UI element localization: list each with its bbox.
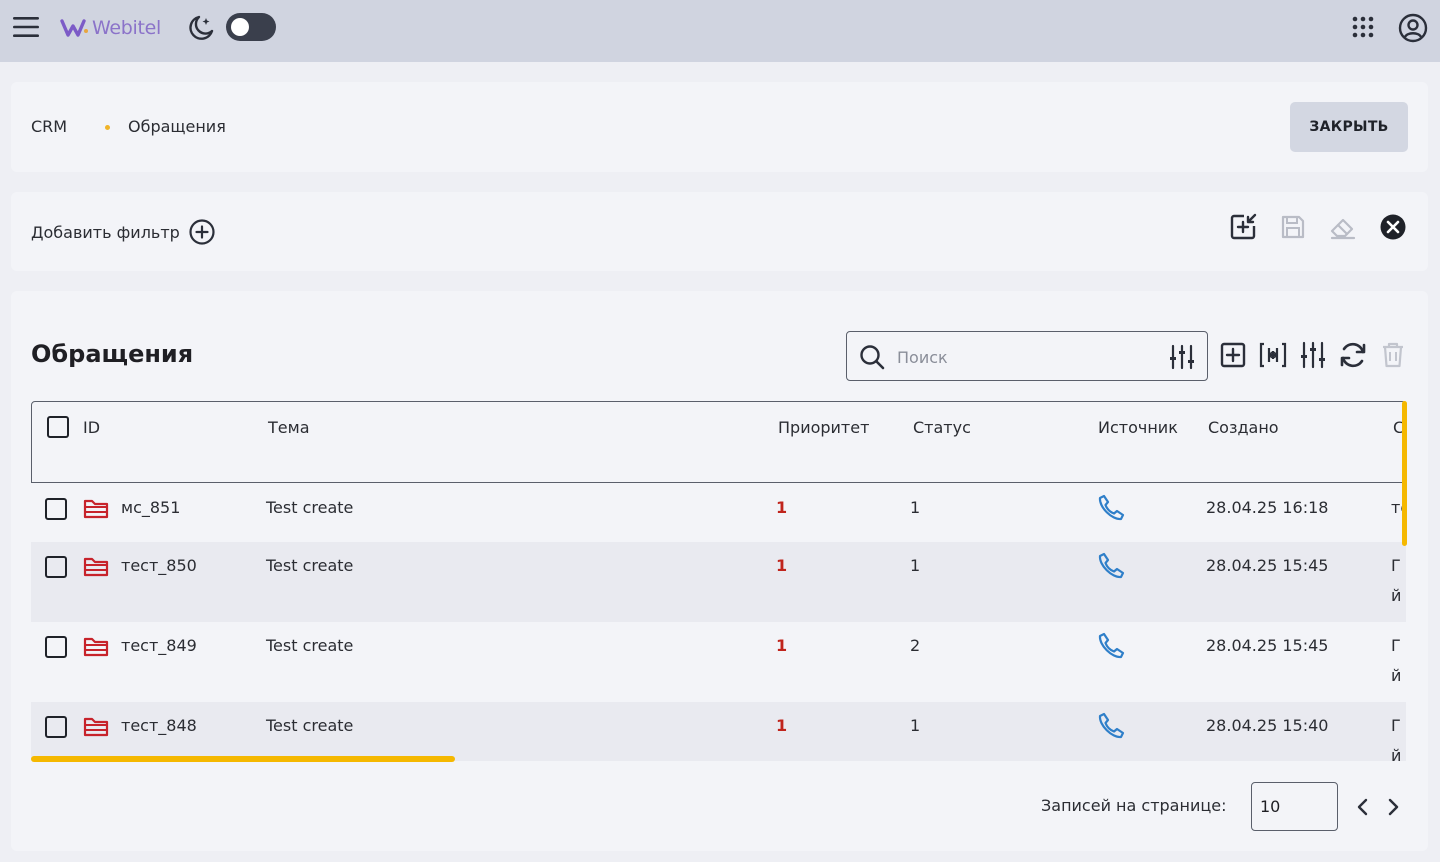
webitel-logo-icon [60,19,88,37]
logo-text: Webitel [92,17,162,39]
table-row[interactable]: тест_848 Test create 1 1 28.04.25 15:40 … [31,702,1406,761]
clear-filters-icon[interactable] [1378,212,1408,242]
delete-icon[interactable] [1377,339,1409,371]
prev-page-icon[interactable] [1351,795,1375,819]
cell-status: 1 [910,716,921,735]
cases-table-panel: Обращения ID Тема Приоритет Статус Источ… [11,291,1428,851]
page-header: CRM Обращения ЗАКРЫТЬ [11,82,1428,172]
cell-created: 28.04.25 15:45 [1206,636,1329,655]
next-page-icon[interactable] [1381,795,1405,819]
cell-subject: Test create [266,716,354,735]
cell-extra: Г [1391,636,1401,655]
cell-status: 1 [910,498,921,517]
webitel-logo[interactable]: Webitel [60,14,161,42]
cell-id[interactable]: тест_849 [121,636,197,655]
case-folder-icon [82,712,110,740]
cell-id[interactable]: тест_850 [121,556,197,575]
eraser-icon[interactable] [1328,212,1358,242]
breadcrumb-current: Обращения [128,117,226,136]
column-source[interactable]: Источник [1098,418,1178,437]
theme-toggle[interactable] [226,13,276,41]
cell-subject: Test create [266,636,354,655]
import-filter-icon[interactable] [1228,212,1258,242]
refresh-icon[interactable] [1337,339,1369,371]
phone-icon [1096,493,1126,523]
cell-subject: Test create [266,556,354,575]
row-checkbox[interactable] [45,498,67,520]
cell-priority: 1 [776,556,788,575]
vertical-scrollbar[interactable] [1402,401,1407,546]
filter-sliders-icon[interactable] [1297,339,1329,371]
cell-created: 28.04.25 15:40 [1206,716,1329,735]
cell-status: 1 [910,556,921,575]
phone-icon [1096,711,1126,741]
column-created[interactable]: Создано [1208,418,1279,437]
column-id[interactable]: ID [83,418,100,437]
table-header: ID Тема Приоритет Статус Источник Создан… [31,401,1406,483]
row-checkbox[interactable] [45,636,67,658]
search-box [846,331,1208,381]
search-input[interactable] [897,344,1157,370]
cell-extra-line2: й [1391,746,1402,761]
cell-id[interactable]: мс_851 [121,498,180,517]
account-icon[interactable] [1397,12,1429,44]
apps-grid-icon[interactable] [1350,14,1376,40]
filter-bar: Добавить фильтр [11,192,1428,271]
plus-circle-icon [188,218,216,246]
cell-extra-line2: й [1391,666,1402,685]
search-filter-icon[interactable] [1167,342,1197,372]
case-folder-icon [82,494,110,522]
row-checkbox[interactable] [45,556,67,578]
cell-created: 28.04.25 16:18 [1206,498,1329,517]
horizontal-scrollbar[interactable] [31,756,455,762]
per-page-input[interactable] [1251,782,1338,831]
cell-priority: 1 [776,498,788,517]
select-all-checkbox[interactable] [47,416,69,438]
menu-icon[interactable] [12,14,40,40]
per-page-label: Записей на странице: [1041,796,1227,815]
table-title: Обращения [31,340,194,368]
toggle-knob [231,18,249,36]
phone-icon [1096,631,1126,661]
table-row[interactable]: тест_849 Test create 1 2 28.04.25 15:45 … [31,622,1406,702]
case-folder-icon [82,632,110,660]
columns-settings-icon[interactable] [1257,339,1289,371]
close-button[interactable]: ЗАКРЫТЬ [1290,102,1408,152]
cell-id[interactable]: тест_848 [121,716,197,735]
breadcrumb-root[interactable]: CRM [31,117,67,136]
phone-icon [1096,551,1126,581]
column-status[interactable]: Статус [913,418,971,437]
breadcrumb-separator [105,125,110,130]
add-filter-label: Добавить фильтр [31,222,180,242]
cell-extra: Г [1391,556,1401,575]
cell-subject: Test create [266,498,354,517]
cell-priority: 1 [776,636,788,655]
cell-created: 28.04.25 15:45 [1206,556,1329,575]
cell-extra-line2: й [1391,586,1402,605]
row-checkbox[interactable] [45,716,67,738]
cell-priority: 1 [776,716,788,735]
save-icon[interactable] [1278,212,1308,242]
cases-table: ID Тема Приоритет Статус Источник Создан… [31,401,1406,761]
add-filter-button[interactable]: Добавить фильтр [31,218,216,246]
table-row[interactable]: тест_850 Test create 1 1 28.04.25 15:45 … [31,542,1406,622]
cell-status: 2 [910,636,921,655]
search-icon [859,344,885,370]
moon-icon [186,13,216,43]
cell-extra: Г [1391,716,1401,735]
column-priority[interactable]: Приоритет [778,418,869,437]
case-folder-icon [82,552,110,580]
add-case-icon[interactable] [1217,339,1249,371]
top-bar: Webitel [0,0,1440,62]
column-subject[interactable]: Тема [268,418,310,437]
